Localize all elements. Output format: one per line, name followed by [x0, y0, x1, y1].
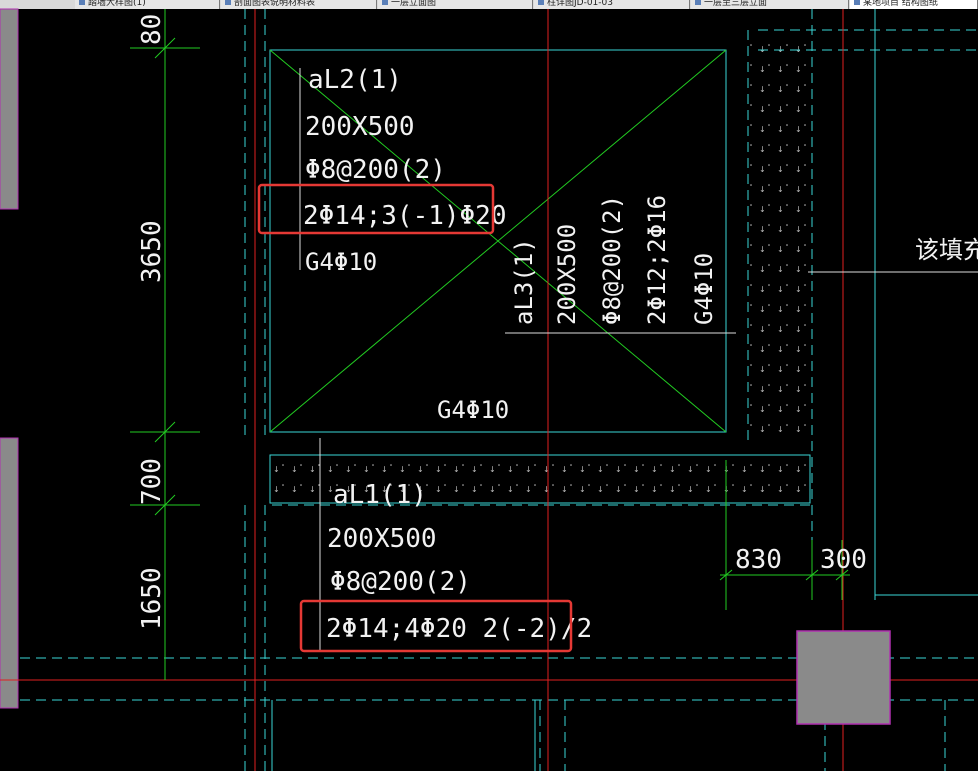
dimension-700: 700: [137, 458, 167, 505]
al3-stirrup: Φ8@200(2): [598, 195, 626, 325]
al3-size: 200X500: [553, 224, 581, 325]
dimension-1650: 1650: [137, 567, 167, 630]
cad-drawing-canvas[interactable]: ↓: [0, 0, 978, 771]
beam-label-al2: aL2(1) 200X500 Φ8@200(2) 2Φ14;3(-1)Φ20 G…: [303, 65, 507, 276]
beam-label-al3: aL3(1) 200X500 Φ8@200(2) 2Φ12;2Φ16 G4Φ10: [510, 195, 718, 325]
column-bottom-right: [796, 630, 891, 725]
al2-size: 200X500: [305, 112, 415, 142]
al3-rebar: 2Φ12;2Φ16: [643, 195, 671, 325]
al1-size: 200X500: [327, 524, 437, 554]
al2-name: aL2(1): [308, 65, 402, 95]
fill-hatch-right: [748, 40, 810, 432]
al2-side: G4Φ10: [305, 248, 377, 276]
dimension-300: 300: [820, 545, 867, 575]
al1-stirrup: Φ8@200(2): [330, 567, 471, 597]
al2-rebar: 2Φ14;3(-1)Φ20: [303, 201, 507, 231]
al3-side: G4Φ10: [690, 253, 718, 325]
dimension-830: 830: [735, 545, 782, 575]
slab-side-label: G4Φ10: [437, 396, 509, 424]
al2-stirrup: Φ8@200(2): [305, 155, 446, 185]
dimension-top: 80: [137, 14, 167, 45]
al1-rebar: 2Φ14;4Φ20 2(-2)/2: [326, 614, 592, 644]
fill-note-text: 该填充涂: [915, 236, 978, 264]
al1-name: aL1(1): [333, 480, 427, 510]
column-left-lower: [0, 437, 19, 709]
column-left-upper: [0, 8, 19, 210]
dimension-3650: 3650: [137, 220, 167, 283]
al3-name: aL3(1): [510, 238, 538, 325]
